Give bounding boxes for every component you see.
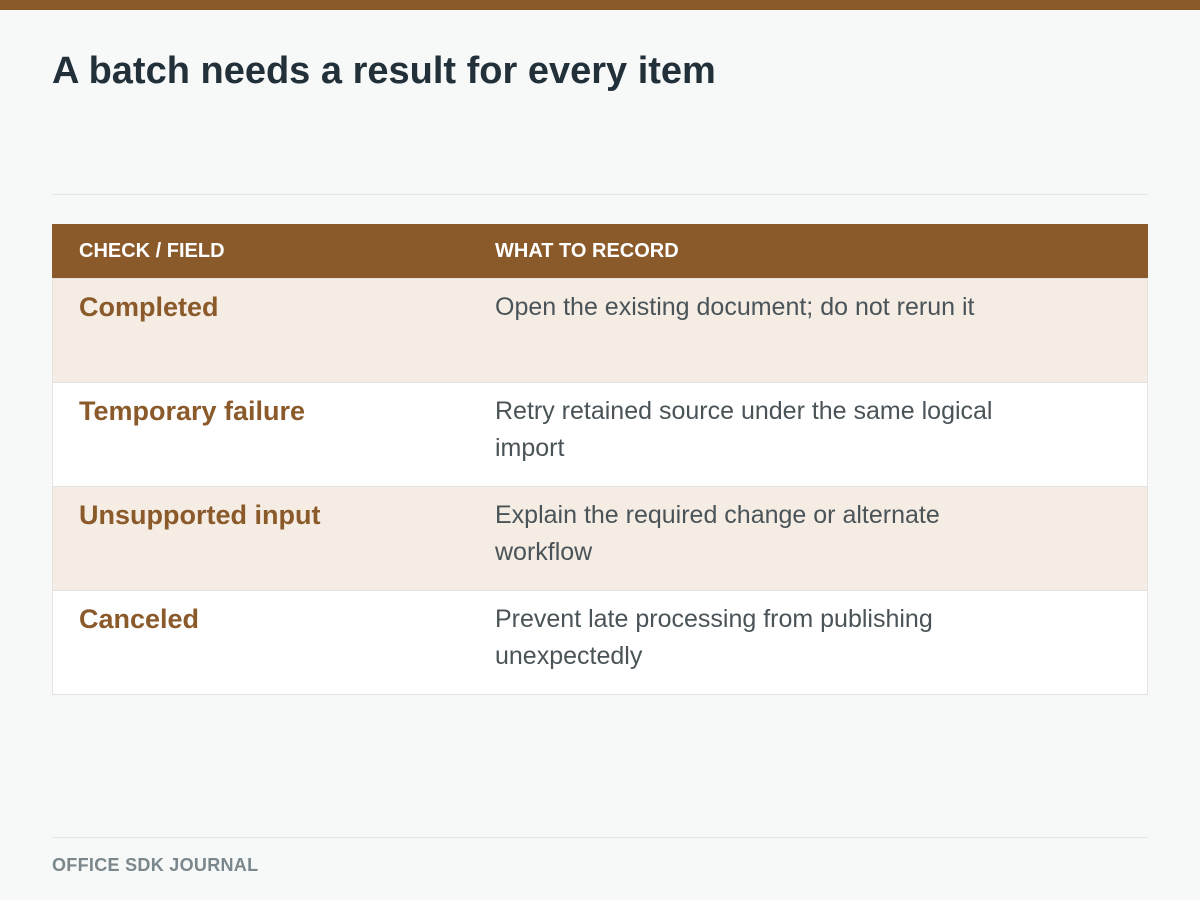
- column-header-record: WHAT TO RECORD: [495, 239, 679, 262]
- footer-publication-name: OFFICE SDK JOURNAL: [52, 855, 259, 875]
- results-table: CHECK / FIELD WHAT TO RECORD Completed O…: [52, 224, 1148, 695]
- record-cell: Explain the required change or alternate…: [495, 501, 940, 566]
- check-field-cell: Canceled: [79, 604, 200, 634]
- table-row: Unsupported input Explain the required c…: [53, 486, 1147, 590]
- title-divider: [52, 194, 1148, 195]
- record-cell: Prevent late processing from publishing …: [495, 605, 933, 670]
- record-cell: Open the existing document; do not rerun…: [495, 293, 975, 321]
- check-field-cell: Temporary failure: [79, 396, 306, 426]
- table-row: Completed Open the existing document; do…: [53, 278, 1147, 382]
- table-header: CHECK / FIELD WHAT TO RECORD: [52, 224, 1148, 278]
- check-field-cell: Completed: [79, 292, 219, 322]
- table-row: Canceled Prevent late processing from pu…: [53, 590, 1147, 694]
- table-row: Temporary failure Retry retained source …: [53, 382, 1147, 486]
- column-header-check: CHECK / FIELD: [79, 239, 225, 262]
- footer-divider: [52, 837, 1148, 838]
- top-accent-bar: [0, 0, 1200, 10]
- page-title: A batch needs a result for every item: [52, 50, 716, 92]
- check-field-cell: Unsupported input: [79, 500, 321, 530]
- record-cell: Retry retained source under the same log…: [495, 397, 993, 462]
